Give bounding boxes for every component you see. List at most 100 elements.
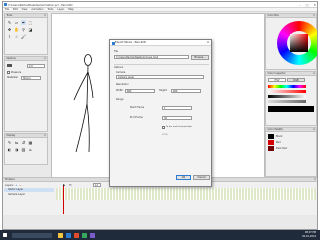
alpha-slider[interactable] bbox=[268, 100, 306, 103]
end-frame-field[interactable]: 30 bbox=[162, 115, 192, 120]
camera-view-icon[interactable]: ⌂ bbox=[28, 147, 33, 152]
palette-swatch-black[interactable] bbox=[268, 134, 274, 139]
maximize-button[interactable]: □ bbox=[306, 3, 309, 7]
panel-close-icon[interactable]: ✕ bbox=[44, 134, 46, 138]
layer-name: Camera Layer bbox=[8, 193, 25, 196]
remove-layer-icon[interactable]: − bbox=[19, 183, 22, 187]
color-inspector-panel: Color Inspector ✕ HSV RGB bbox=[265, 71, 317, 126]
mirror-horizontal-icon[interactable]: ⇋ bbox=[14, 140, 19, 145]
pencil2d-app-icon bbox=[111, 41, 115, 45]
panel-close-icon[interactable]: ✕ bbox=[44, 14, 46, 18]
saturation-value-square[interactable] bbox=[290, 34, 308, 52]
panel-close-icon[interactable]: ✕ bbox=[314, 178, 316, 182]
layer-row-vector[interactable]: Vector Layer bbox=[4, 188, 54, 192]
range-label: Range bbox=[116, 98, 124, 101]
file-explorer-icon[interactable] bbox=[58, 232, 63, 238]
palette-swatch-dark-red[interactable] bbox=[268, 146, 274, 151]
edge-icon[interactable] bbox=[66, 232, 71, 238]
color-palette-title: Color Palette bbox=[267, 128, 283, 131]
app-icon[interactable] bbox=[74, 232, 79, 238]
polyline-tool-icon[interactable]: ⌇ bbox=[7, 34, 12, 39]
hue-slider[interactable] bbox=[268, 85, 306, 88]
width-field[interactable]: 800 bbox=[125, 88, 155, 93]
bucket-tool-icon[interactable]: ◪ bbox=[28, 27, 33, 32]
options-section-label: Options bbox=[114, 66, 124, 69]
move-tool-icon[interactable]: ✥ bbox=[7, 27, 12, 32]
fps-field[interactable]: 12 bbox=[93, 183, 101, 187]
menu-layer[interactable]: Layer bbox=[57, 8, 64, 11]
pencil-tool-icon[interactable]: ✎ bbox=[7, 20, 12, 25]
menu-animation[interactable]: Animation bbox=[31, 8, 43, 11]
grid-icon[interactable]: ▦ bbox=[28, 140, 33, 145]
camera-select[interactable]: Camera Layer bbox=[116, 75, 204, 79]
palette-swatch-red[interactable] bbox=[268, 140, 274, 145]
dialog-title: Export Movie - Pencil2D bbox=[115, 41, 146, 44]
timeline-title: Timeline bbox=[4, 178, 15, 181]
close-button[interactable]: ✕ bbox=[313, 3, 316, 7]
panel-close-icon[interactable]: ✕ bbox=[44, 57, 46, 61]
options-panel-header: Options ✕ bbox=[5, 57, 47, 61]
menu-bar: File Edit View Animation Tools Layer Hel… bbox=[3, 8, 317, 12]
tools-panel-title: Tools bbox=[6, 14, 13, 17]
loop-icon[interactable]: ↻ bbox=[69, 183, 72, 187]
cancel-button[interactable]: Cancel bbox=[193, 175, 210, 180]
search-box[interactable] bbox=[12, 232, 52, 238]
display-panel-header: Display ✕ bbox=[5, 134, 47, 138]
menu-view[interactable]: View bbox=[22, 8, 28, 11]
height-field[interactable]: 600 bbox=[171, 88, 201, 93]
pressure-checkbox[interactable] bbox=[7, 71, 10, 74]
add-layer-icon[interactable]: + bbox=[15, 183, 18, 187]
pressure-label: Pressure bbox=[11, 70, 22, 74]
menu-file[interactable]: File bbox=[5, 8, 9, 11]
tab-rgb[interactable]: RGB bbox=[287, 78, 305, 82]
saturation-slider[interactable] bbox=[268, 90, 306, 93]
end-frame-label: End Frame bbox=[130, 116, 143, 119]
start-icon[interactable] bbox=[3, 233, 7, 237]
value-slider[interactable] bbox=[268, 95, 306, 98]
stroke-swatch bbox=[7, 64, 12, 67]
options-panel: Options ✕ 2.0 Pressure Stabilizer Strong bbox=[4, 56, 48, 132]
mirror-vertical-icon[interactable]: ⇵ bbox=[21, 140, 26, 145]
hand-tool-icon[interactable]: ✋ bbox=[14, 27, 19, 32]
playhead[interactable] bbox=[63, 186, 64, 214]
clock-date: 20-01-2019 bbox=[302, 234, 316, 238]
stabilizer-select[interactable]: Strong bbox=[21, 75, 41, 80]
display-panel-title: Display bbox=[6, 134, 16, 137]
color-inspector-title: Color Inspector bbox=[267, 72, 286, 75]
dialog-close-icon[interactable]: ✕ bbox=[207, 40, 209, 46]
smudge-tool-icon[interactable]: ☝ bbox=[14, 34, 19, 39]
brush-tool-icon[interactable]: 🖌 bbox=[21, 34, 26, 39]
window-title: C:\Users\Rachel\Desktop\Animation.pcl - … bbox=[8, 3, 73, 7]
panel-close-icon[interactable]: ✕ bbox=[313, 14, 315, 18]
panel-close-icon[interactable]: ✕ bbox=[313, 128, 315, 132]
eraser-tool-icon[interactable]: ▱ bbox=[14, 20, 19, 25]
onion-skin-color-icon[interactable]: ▨ bbox=[21, 147, 26, 152]
eyedropper-tool-icon[interactable]: ⚲ bbox=[21, 27, 26, 32]
select-tool-icon[interactable]: ⬚ bbox=[28, 20, 33, 25]
display-panel: Display ✕ ✎ ⇋ ⇵ ▦ ◐ ◑ ▨ ⌂ bbox=[4, 133, 48, 165]
app-icon[interactable] bbox=[82, 232, 87, 238]
end-of-sound-label: To the end of sound clips bbox=[166, 125, 192, 128]
browse-button[interactable]: Browse... bbox=[191, 54, 209, 60]
layers-label: Layers: bbox=[5, 183, 14, 187]
file-section-label: File bbox=[114, 50, 118, 53]
menu-tools[interactable]: Tools bbox=[48, 8, 54, 11]
pencil2d-taskbar-icon[interactable] bbox=[90, 232, 95, 238]
ok-button[interactable]: OK bbox=[176, 175, 191, 180]
end-of-sound-checkbox[interactable] bbox=[162, 126, 165, 129]
frame-grid[interactable] bbox=[56, 188, 316, 200]
layer-row-camera[interactable]: Camera Layer bbox=[4, 193, 54, 197]
menu-help[interactable]: Help bbox=[68, 8, 73, 11]
file-path-field[interactable]: C:/Users/Rachel/Desktop/movie.mp4 bbox=[114, 55, 189, 59]
onion-skin-next-icon[interactable]: ◑ bbox=[14, 147, 19, 152]
minimize-button[interactable]: – bbox=[299, 3, 301, 7]
brush-size-field[interactable]: 2.0 bbox=[27, 64, 45, 68]
onion-skin-prev-icon[interactable]: ◐ bbox=[7, 147, 12, 152]
pencil2d-app-icon bbox=[4, 3, 7, 6]
menu-edit[interactable]: Edit bbox=[13, 8, 18, 11]
start-frame-field[interactable]: 1 bbox=[162, 105, 192, 110]
panel-close-icon[interactable]: ✕ bbox=[313, 72, 315, 76]
tab-hsv[interactable]: HSV bbox=[268, 78, 286, 82]
pen-tool-icon[interactable]: ✒ bbox=[21, 20, 26, 25]
outline-mode-icon[interactable]: ✎ bbox=[7, 140, 12, 145]
